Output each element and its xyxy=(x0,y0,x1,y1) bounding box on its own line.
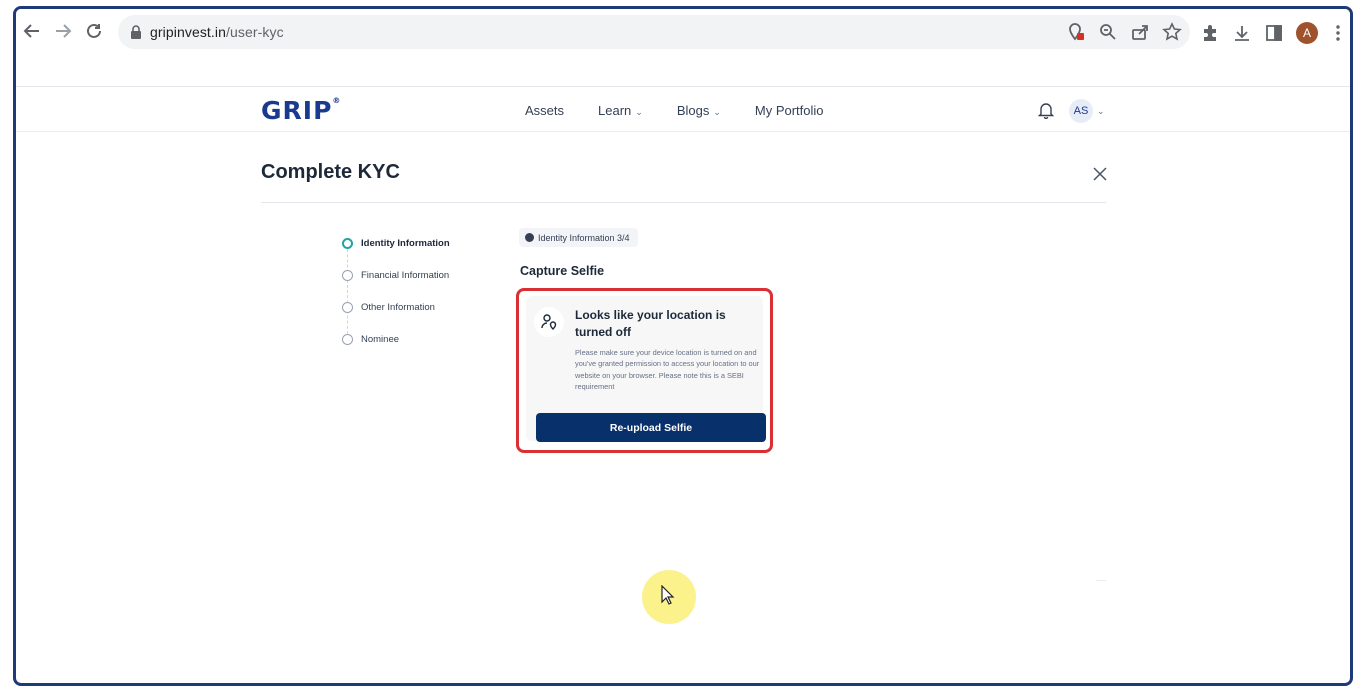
step-label: Financial Information xyxy=(361,269,450,281)
nav-blogs-label: Blogs xyxy=(676,103,710,118)
logo-trademark: ® xyxy=(332,96,342,105)
nav-portfolio-label: My Portfolio xyxy=(754,103,824,118)
page-top-gap xyxy=(16,57,1350,87)
browser-menu-icon[interactable] xyxy=(1328,23,1350,43)
forward-icon[interactable] xyxy=(53,21,73,41)
section-title: Capture Selfie xyxy=(520,264,605,278)
reupload-selfie-button[interactable]: Re-upload Selfie xyxy=(536,413,766,442)
nav-assets-label: Assets xyxy=(525,103,565,118)
browser-toolbar: gripinvest.in/user-kyc A xyxy=(16,9,1350,57)
shield-icon xyxy=(525,233,534,242)
url-domain: gripinvest.in xyxy=(150,24,227,40)
url-path: /user-kyc xyxy=(226,24,284,40)
nav-learn-label: Learn xyxy=(598,103,632,118)
location-blocked-icon[interactable] xyxy=(1066,22,1088,42)
alert-body: Please make sure your device location is… xyxy=(575,348,760,392)
kyc-steps: Identity Information Financial Informati… xyxy=(342,227,450,355)
user-avatar: AS xyxy=(1069,99,1093,123)
progress-badge-text: Identity Information 3/4 xyxy=(538,232,630,243)
lock-icon xyxy=(131,25,141,39)
notification-bell-icon[interactable] xyxy=(1038,101,1054,119)
close-icon[interactable] xyxy=(1092,166,1108,182)
site-header: GRIP® Assets Learn ⌄ Blogs ⌄ My Portfolio … xyxy=(16,87,1350,132)
chevron-down-icon: ⌄ xyxy=(713,107,721,117)
alert-title: Looks like your location is turned off xyxy=(575,308,726,339)
page-title: Complete KYC xyxy=(261,161,400,183)
main-nav: Assets Learn ⌄ Blogs ⌄ My Portfolio xyxy=(525,103,824,118)
user-location-icon xyxy=(534,307,564,337)
step-indicator xyxy=(342,333,353,345)
step-indicator xyxy=(342,269,353,281)
step-financial-information[interactable]: Financial Information xyxy=(342,259,450,291)
user-menu[interactable]: AS ⌄ xyxy=(1069,99,1105,123)
progress-badge: Identity Information 3/4 xyxy=(519,228,638,247)
logo-text: GRIP xyxy=(261,96,333,125)
chevron-down-icon: ⌄ xyxy=(1097,105,1105,116)
reload-icon[interactable] xyxy=(84,21,104,41)
screenshot-frame: gripinvest.in/user-kyc A GRIP® Assets Le… xyxy=(13,6,1353,686)
zoom-icon[interactable] xyxy=(1098,22,1120,42)
step-nominee[interactable]: Nominee xyxy=(342,323,450,355)
mouse-cursor-icon xyxy=(661,585,675,605)
step-label: Other Information xyxy=(361,301,435,313)
back-icon[interactable] xyxy=(22,21,42,41)
nav-blogs[interactable]: Blogs ⌄ xyxy=(677,103,721,118)
step-indicator xyxy=(342,301,353,313)
step-label: Identity Information xyxy=(361,237,450,249)
grip-logo[interactable]: GRIP® xyxy=(261,96,341,125)
browser-profile-avatar[interactable]: A xyxy=(1296,22,1318,44)
nav-learn[interactable]: Learn ⌄ xyxy=(598,103,643,118)
extensions-icon[interactable] xyxy=(1200,23,1222,43)
address-bar[interactable]: gripinvest.in/user-kyc xyxy=(118,15,1190,49)
nav-my-portfolio[interactable]: My Portfolio xyxy=(755,103,824,118)
step-label: Nominee xyxy=(361,333,400,345)
share-icon[interactable] xyxy=(1130,22,1152,42)
step-identity-information[interactable]: Identity Information xyxy=(342,227,450,259)
step-indicator-active xyxy=(342,237,353,249)
title-divider xyxy=(261,202,1106,203)
location-alert-card: Looks like your location is turned off P… xyxy=(516,288,773,453)
alert-content: Looks like your location is turned off P… xyxy=(526,296,766,442)
download-icon[interactable] xyxy=(1232,23,1254,43)
nav-assets[interactable]: Assets xyxy=(525,103,564,118)
url-text: gripinvest.in/user-kyc xyxy=(150,24,284,40)
chevron-down-icon: ⌄ xyxy=(635,107,643,117)
side-panel-icon[interactable] xyxy=(1264,23,1286,43)
step-other-information[interactable]: Other Information xyxy=(342,291,450,323)
divider-fragment xyxy=(1096,580,1106,581)
bookmark-star-icon[interactable] xyxy=(1162,22,1184,42)
